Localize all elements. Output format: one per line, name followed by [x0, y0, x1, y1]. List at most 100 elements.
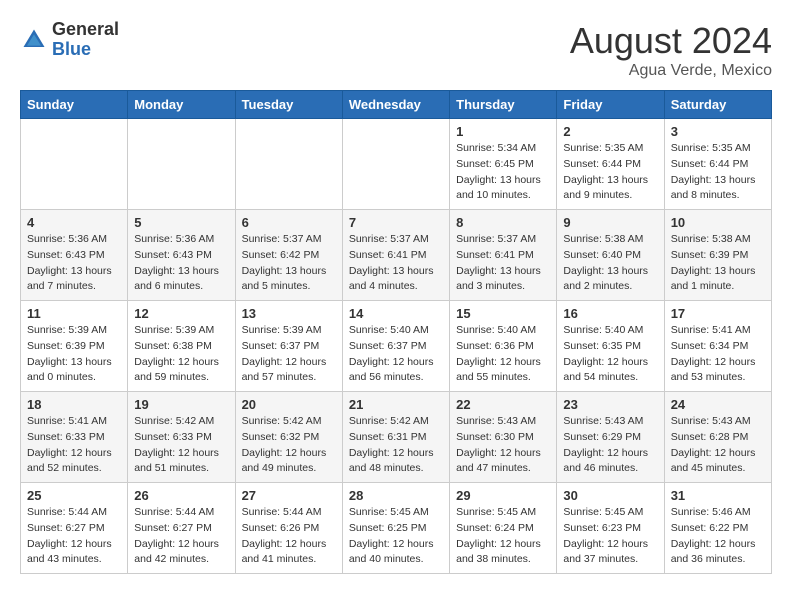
calendar-cell: 17 Sunrise: 5:41 AM Sunset: 6:34 PM Dayli… [664, 301, 771, 392]
month-title: August 2024 [570, 20, 772, 62]
day-info: Sunrise: 5:40 AM Sunset: 6:35 PM Dayligh… [563, 323, 657, 386]
day-number: 22 [456, 397, 550, 412]
day-info: Sunrise: 5:40 AM Sunset: 6:37 PM Dayligh… [349, 323, 443, 386]
day-info: Sunrise: 5:39 AM Sunset: 6:38 PM Dayligh… [134, 323, 228, 386]
calendar-cell: 28Sunrise: 5:45 AM Sunset: 6:25 PM Dayli… [342, 483, 449, 574]
day-number: 18 [27, 397, 121, 412]
day-info: Sunrise: 5:41 AM Sunset: 6:33 PM Dayligh… [27, 414, 121, 477]
calendar-cell [342, 119, 449, 210]
day-number: 29 [456, 488, 550, 503]
calendar-cell: 6 Sunrise: 5:37 AM Sunset: 6:42 PM Daylig… [235, 210, 342, 301]
calendar-cell: 25 Sunrise: 5:44 AM Sunset: 6:27 PM Dayli… [21, 483, 128, 574]
day-number: 21 [349, 397, 443, 412]
calendar-cell: 29 Sunrise: 5:45 AM Sunset: 6:24 PM Dayli… [450, 483, 557, 574]
day-number: 5 [134, 215, 228, 230]
day-info: Sunrise: 5:43 AM Sunset: 6:28 PM Dayligh… [671, 414, 765, 477]
calendar-cell: 26 Sunrise: 5:44 AM Sunset: 6:27 PM Dayli… [128, 483, 235, 574]
logo-general-text: General [52, 20, 119, 40]
calendar-cell: 9 Sunrise: 5:38 AM Sunset: 6:40 PM Daylig… [557, 210, 664, 301]
day-number: 11 [27, 306, 121, 321]
day-number: 14 [349, 306, 443, 321]
day-number: 12 [134, 306, 228, 321]
calendar-table: SundayMondayTuesdayWednesdayThursdayFrid… [20, 90, 772, 574]
calendar-cell: 5Sunrise: 5:36 AM Sunset: 6:43 PM Daylig… [128, 210, 235, 301]
day-info: Sunrise: 5:38 AM Sunset: 6:39 PM Dayligh… [671, 232, 765, 295]
day-number: 8 [456, 215, 550, 230]
header-cell-friday: Friday [557, 91, 664, 119]
logo: General Blue [20, 20, 119, 60]
calendar-week-3: 11Sunrise: 5:39 AM Sunset: 6:39 PM Dayli… [21, 301, 772, 392]
calendar-cell: 3 Sunrise: 5:35 AM Sunset: 6:44 PM Daylig… [664, 119, 771, 210]
calendar-cell [128, 119, 235, 210]
calendar-cell: 4Sunrise: 5:36 AM Sunset: 6:43 PM Daylig… [21, 210, 128, 301]
day-info: Sunrise: 5:45 AM Sunset: 6:23 PM Dayligh… [563, 505, 657, 568]
calendar-cell: 14 Sunrise: 5:40 AM Sunset: 6:37 PM Dayli… [342, 301, 449, 392]
header-row: SundayMondayTuesdayWednesdayThursdayFrid… [21, 91, 772, 119]
day-info: Sunrise: 5:41 AM Sunset: 6:34 PM Dayligh… [671, 323, 765, 386]
calendar-cell: 13 Sunrise: 5:39 AM Sunset: 6:37 PM Dayli… [235, 301, 342, 392]
day-info: Sunrise: 5:44 AM Sunset: 6:27 PM Dayligh… [134, 505, 228, 568]
day-number: 9 [563, 215, 657, 230]
day-info: Sunrise: 5:43 AM Sunset: 6:29 PM Dayligh… [563, 414, 657, 477]
day-info: Sunrise: 5:42 AM Sunset: 6:31 PM Dayligh… [349, 414, 443, 477]
calendar-cell: 21 Sunrise: 5:42 AM Sunset: 6:31 PM Dayli… [342, 392, 449, 483]
day-number: 24 [671, 397, 765, 412]
day-info: Sunrise: 5:44 AM Sunset: 6:26 PM Dayligh… [242, 505, 336, 568]
day-number: 3 [671, 124, 765, 139]
day-info: Sunrise: 5:42 AM Sunset: 6:32 PM Dayligh… [242, 414, 336, 477]
day-number: 10 [671, 215, 765, 230]
header-cell-wednesday: Wednesday [342, 91, 449, 119]
day-info: Sunrise: 5:39 AM Sunset: 6:37 PM Dayligh… [242, 323, 336, 386]
day-info: Sunrise: 5:37 AM Sunset: 6:41 PM Dayligh… [349, 232, 443, 295]
day-info: Sunrise: 5:43 AM Sunset: 6:30 PM Dayligh… [456, 414, 550, 477]
day-number: 6 [242, 215, 336, 230]
day-number: 17 [671, 306, 765, 321]
calendar-cell: 30 Sunrise: 5:45 AM Sunset: 6:23 PM Dayli… [557, 483, 664, 574]
day-number: 25 [27, 488, 121, 503]
calendar-week-1: 1 Sunrise: 5:34 AM Sunset: 6:45 PM Daylig… [21, 119, 772, 210]
day-info: Sunrise: 5:37 AM Sunset: 6:42 PM Dayligh… [242, 232, 336, 295]
day-number: 27 [242, 488, 336, 503]
day-info: Sunrise: 5:46 AM Sunset: 6:22 PM Dayligh… [671, 505, 765, 568]
calendar-header: SundayMondayTuesdayWednesdayThursdayFrid… [21, 91, 772, 119]
day-number: 1 [456, 124, 550, 139]
calendar-cell: 7Sunrise: 5:37 AM Sunset: 6:41 PM Daylig… [342, 210, 449, 301]
calendar-cell: 10 Sunrise: 5:38 AM Sunset: 6:39 PM Dayli… [664, 210, 771, 301]
day-info: Sunrise: 5:34 AM Sunset: 6:45 PM Dayligh… [456, 141, 550, 204]
calendar-cell: 1 Sunrise: 5:34 AM Sunset: 6:45 PM Daylig… [450, 119, 557, 210]
calendar-cell [21, 119, 128, 210]
day-number: 30 [563, 488, 657, 503]
day-number: 16 [563, 306, 657, 321]
page-header: General Blue August 2024 Agua Verde, Mex… [20, 20, 772, 80]
calendar-cell: 11Sunrise: 5:39 AM Sunset: 6:39 PM Dayli… [21, 301, 128, 392]
header-cell-saturday: Saturday [664, 91, 771, 119]
logo-blue-text: Blue [52, 40, 119, 60]
day-info: Sunrise: 5:42 AM Sunset: 6:33 PM Dayligh… [134, 414, 228, 477]
calendar-cell: 23 Sunrise: 5:43 AM Sunset: 6:29 PM Dayli… [557, 392, 664, 483]
day-number: 19 [134, 397, 228, 412]
calendar-cell: 16 Sunrise: 5:40 AM Sunset: 6:35 PM Dayli… [557, 301, 664, 392]
location-subtitle: Agua Verde, Mexico [570, 62, 772, 80]
calendar-week-2: 4Sunrise: 5:36 AM Sunset: 6:43 PM Daylig… [21, 210, 772, 301]
calendar-cell: 27 Sunrise: 5:44 AM Sunset: 6:26 PM Dayli… [235, 483, 342, 574]
calendar-cell: 20Sunrise: 5:42 AM Sunset: 6:32 PM Dayli… [235, 392, 342, 483]
calendar-cell: 8Sunrise: 5:37 AM Sunset: 6:41 PM Daylig… [450, 210, 557, 301]
calendar-cell: 19 Sunrise: 5:42 AM Sunset: 6:33 PM Dayli… [128, 392, 235, 483]
calendar-cell: 2Sunrise: 5:35 AM Sunset: 6:44 PM Daylig… [557, 119, 664, 210]
day-info: Sunrise: 5:45 AM Sunset: 6:24 PM Dayligh… [456, 505, 550, 568]
day-number: 23 [563, 397, 657, 412]
day-number: 13 [242, 306, 336, 321]
day-number: 31 [671, 488, 765, 503]
calendar-cell: 31 Sunrise: 5:46 AM Sunset: 6:22 PM Dayli… [664, 483, 771, 574]
day-info: Sunrise: 5:38 AM Sunset: 6:40 PM Dayligh… [563, 232, 657, 295]
header-cell-thursday: Thursday [450, 91, 557, 119]
calendar-body: 1 Sunrise: 5:34 AM Sunset: 6:45 PM Daylig… [21, 119, 772, 574]
calendar-cell [235, 119, 342, 210]
day-number: 15 [456, 306, 550, 321]
title-block: August 2024 Agua Verde, Mexico [570, 20, 772, 80]
day-info: Sunrise: 5:44 AM Sunset: 6:27 PM Dayligh… [27, 505, 121, 568]
calendar-cell: 18 Sunrise: 5:41 AM Sunset: 6:33 PM Dayli… [21, 392, 128, 483]
day-info: Sunrise: 5:35 AM Sunset: 6:44 PM Dayligh… [671, 141, 765, 204]
day-info: Sunrise: 5:40 AM Sunset: 6:36 PM Dayligh… [456, 323, 550, 386]
day-number: 26 [134, 488, 228, 503]
